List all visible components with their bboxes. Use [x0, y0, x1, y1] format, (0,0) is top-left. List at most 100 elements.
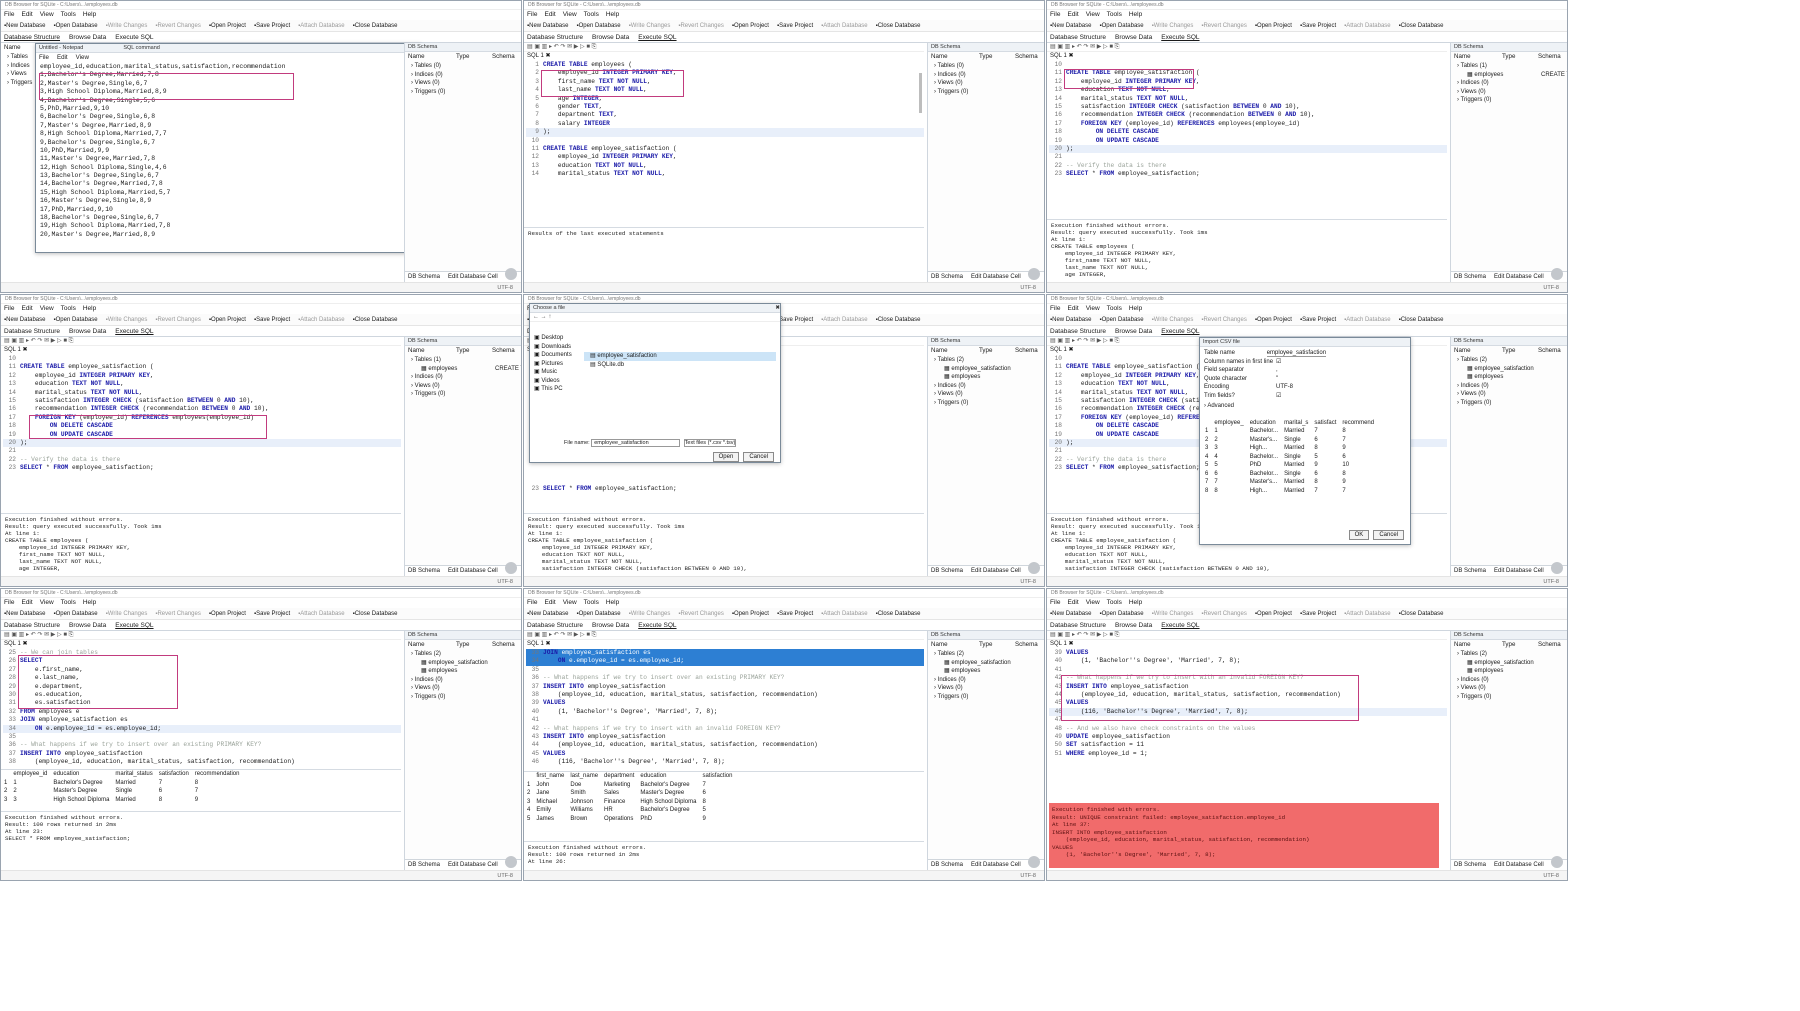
schema-tree-item[interactable]: ▦ employees CREATE T — [1451, 71, 1567, 80]
dock-tab-edit-database-cell[interactable]: Edit Database Cell — [448, 862, 498, 868]
close-tab-icon[interactable]: ✖ — [21, 347, 27, 353]
menu-help[interactable]: Help — [83, 11, 96, 18]
close-database-button[interactable]: ▪Close Database — [1399, 611, 1444, 617]
close-tab-icon[interactable]: ✖ — [1067, 347, 1073, 353]
save-project-button[interactable]: ▪Save Project — [1300, 23, 1336, 29]
menu-help[interactable]: Help — [1129, 305, 1142, 312]
menu-help[interactable]: Help — [606, 599, 619, 606]
schema-tree-item[interactable]: ▦ employee_satisfaction — [1451, 659, 1567, 668]
close-tab-icon[interactable]: ✖ — [544, 641, 550, 647]
schema-col-schema[interactable]: Schema — [492, 640, 521, 650]
schema-tree-item[interactable]: ▦ employees — [928, 667, 1044, 676]
schema-col-type[interactable]: Type — [456, 346, 492, 356]
schema-tree-item[interactable]: ▦ employees — [1451, 373, 1567, 382]
menu-tools[interactable]: Tools — [61, 305, 76, 312]
import-option-value[interactable]: UTF-8 — [1276, 383, 1293, 392]
close-database-button[interactable]: ▪Close Database — [876, 317, 921, 323]
menu-view[interactable]: View — [563, 11, 577, 18]
schema-tree-item[interactable]: › Indices (0) — [928, 71, 1044, 80]
preview-header-cell[interactable]: satisfact — [1311, 419, 1339, 428]
tab-database-structure[interactable]: Database Structure — [527, 34, 583, 41]
result-header-cell[interactable]: first_name — [533, 772, 567, 781]
schema-col-schema[interactable]: Schema — [1538, 346, 1567, 356]
schema-tree-item[interactable]: › Triggers (0) — [928, 693, 1044, 702]
schema-tree-item[interactable]: › Triggers (0) — [405, 88, 521, 97]
menu-help[interactable]: Help — [606, 11, 619, 18]
file-nav-item[interactable]: ▣ Pictures — [532, 360, 578, 369]
record-indicator-icon[interactable] — [1551, 562, 1563, 574]
open-database-button[interactable]: ▪Open Database — [1099, 317, 1143, 323]
schema-tree-item[interactable]: › Triggers (0) — [1451, 693, 1567, 702]
open-project-button[interactable]: ▪Open Project — [209, 317, 246, 323]
dock-tab-db-schema[interactable]: DB Schema — [1454, 274, 1486, 280]
revert-changes-button[interactable]: ▪Revert Changes — [155, 611, 200, 617]
dock-tab-edit-database-cell[interactable]: Edit Database Cell — [448, 274, 498, 280]
close-database-button[interactable]: ▪Close Database — [876, 611, 921, 617]
schema-tree-item[interactable]: › Views (0) — [405, 684, 521, 693]
schema-tree-item[interactable]: › Views (0) — [1451, 88, 1567, 97]
file-nav-item[interactable]: ▣ This PC — [532, 385, 578, 394]
tab-browse-data[interactable]: Browse Data — [1115, 34, 1152, 41]
attach-database-button[interactable]: ▪Attach Database — [1344, 611, 1391, 617]
file-name-input[interactable]: employee_satisfaction — [591, 439, 680, 447]
dock-tab-db-schema[interactable]: DB Schema — [931, 862, 963, 868]
result-header-cell[interactable]: employee_id — [10, 770, 50, 779]
schema-tree-item[interactable]: › Views (0) — [405, 382, 521, 391]
close-database-button[interactable]: ▪Close Database — [353, 611, 398, 617]
schema-col-name[interactable]: Name — [408, 52, 456, 62]
open-project-button[interactable]: ▪Open Project — [1255, 23, 1292, 29]
close-tab-icon[interactable]: ✖ — [21, 641, 27, 647]
sql-tab[interactable]: SQL 1 ✖ — [524, 52, 924, 61]
new-database-button[interactable]: ▪New Database — [1050, 23, 1091, 29]
dock-tab-db-schema[interactable]: DB Schema — [408, 274, 440, 280]
dock-tab-edit-database-cell[interactable]: Edit Database Cell — [1494, 568, 1544, 574]
menu-tools[interactable]: Tools — [584, 11, 599, 18]
save-project-button[interactable]: ▪Save Project — [254, 611, 290, 617]
write-changes-button[interactable]: ▪Write Changes — [106, 317, 148, 323]
sql-tab[interactable]: SQL 1 ✖ — [1047, 640, 1447, 649]
schema-col-type[interactable]: Type — [1502, 52, 1538, 62]
attach-database-button[interactable]: ▪Attach Database — [1344, 317, 1391, 323]
tab-browse-data[interactable]: Browse Data — [69, 328, 106, 335]
import-option-value[interactable]: " — [1276, 375, 1278, 384]
schema-col-name[interactable]: Name — [931, 52, 979, 62]
save-project-button[interactable]: ▪Save Project — [777, 23, 813, 29]
dock-tab-edit-database-cell[interactable]: Edit Database Cell — [1494, 274, 1544, 280]
menu-help[interactable]: Help — [83, 599, 96, 606]
schema-col-schema[interactable]: Schema — [1538, 640, 1567, 650]
schema-tree-item[interactable]: › Views (0) — [405, 79, 521, 88]
save-project-button[interactable]: ▪Save Project — [254, 317, 290, 323]
close-tab-icon[interactable]: ✖ — [1067, 641, 1073, 647]
menu-view[interactable]: View — [40, 305, 54, 312]
tab-database-structure[interactable]: Database Structure — [1050, 622, 1106, 629]
new-database-button[interactable]: ▪New Database — [4, 23, 45, 29]
menu-view[interactable]: View — [563, 599, 577, 606]
notepad-tab-title[interactable]: Untitled - Notepad — [39, 45, 83, 51]
schema-tree-item[interactable]: ▦ employees — [405, 667, 521, 676]
save-project-button[interactable]: ▪Save Project — [254, 23, 290, 29]
schema-tree-item[interactable]: › Views (0) — [928, 79, 1044, 88]
schema-tree-item[interactable]: › Tables (2) — [928, 356, 1044, 365]
new-database-button[interactable]: ▪New Database — [527, 23, 568, 29]
menu-view[interactable]: View — [1086, 11, 1100, 18]
schema-tree-item[interactable]: › Triggers (0) — [405, 693, 521, 702]
attach-database-button[interactable]: ▪Attach Database — [298, 23, 345, 29]
open-project-button[interactable]: ▪Open Project — [209, 23, 246, 29]
open-database-button[interactable]: ▪Open Database — [1099, 611, 1143, 617]
revert-changes-button[interactable]: ▪Revert Changes — [1201, 317, 1246, 323]
close-database-button[interactable]: ▪Close Database — [876, 23, 921, 29]
write-changes-button[interactable]: ▪Write Changes — [629, 611, 671, 617]
schema-col-type[interactable]: Type — [979, 52, 1015, 62]
menu-edit[interactable]: Edit — [544, 599, 555, 606]
schema-col-type[interactable]: Type — [1502, 346, 1538, 356]
record-indicator-icon[interactable] — [1028, 856, 1040, 868]
save-project-button[interactable]: ▪Save Project — [1300, 611, 1336, 617]
schema-tree-item[interactable]: › Tables (2) — [1451, 356, 1567, 365]
result-row[interactable]: 3 Michael Johnson Finance High School Diplom… — [524, 798, 735, 807]
menu-file[interactable]: File — [4, 305, 14, 312]
preview-header-cell[interactable]: marital_s — [1281, 419, 1311, 428]
result-header-cell[interactable]: satisfaction — [156, 770, 192, 779]
close-tab-icon[interactable]: ✖ — [1067, 53, 1073, 59]
schema-col-type[interactable]: Type — [456, 640, 492, 650]
schema-col-schema[interactable]: Schema — [1538, 52, 1567, 62]
